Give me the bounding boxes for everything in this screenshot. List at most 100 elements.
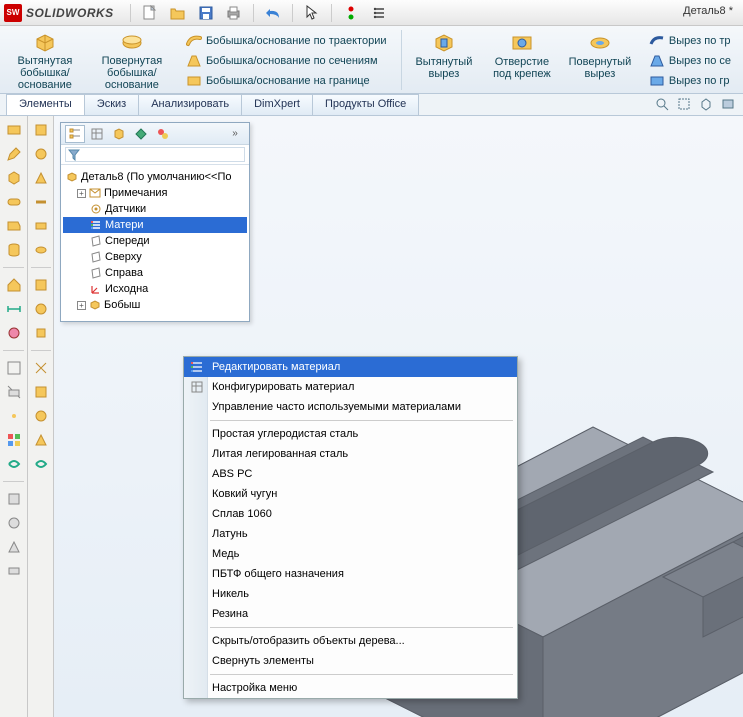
expand-icon[interactable]: + xyxy=(77,301,86,310)
menu-configure-material[interactable]: Конфигурировать материал xyxy=(184,377,517,397)
menu-hide-show[interactable]: Скрыть/отобразить объекты дерева... xyxy=(184,631,517,651)
tb-hide-icon[interactable] xyxy=(4,406,24,426)
tb2-8-icon[interactable] xyxy=(31,299,51,319)
tb-more2-icon[interactable] xyxy=(4,513,24,533)
hole-wizard-button[interactable]: Отверстие под крепеж xyxy=(487,30,557,93)
tb2-12-icon[interactable] xyxy=(31,406,51,426)
tb2-2-icon[interactable] xyxy=(31,144,51,164)
tree-origin[interactable]: Исходна xyxy=(63,281,247,297)
tb2-14-icon[interactable] xyxy=(31,454,51,474)
tab-evaluate[interactable]: Анализировать xyxy=(138,94,242,115)
tb-view-icon[interactable] xyxy=(4,358,24,378)
menu-collapse[interactable]: Свернуть элементы xyxy=(184,651,517,671)
lofted-cut-button[interactable]: Вырез по се xyxy=(647,52,733,70)
swept-cut-button[interactable]: Вырез по тр xyxy=(647,32,733,50)
tree-boss[interactable]: + Бобыш xyxy=(63,297,247,313)
menu-mat-malleable[interactable]: Ковкий чугун xyxy=(184,484,517,504)
menu-mat-1060[interactable]: Сплав 1060 xyxy=(184,504,517,524)
lofted-boss-button[interactable]: Бобышка/основание по сечениям xyxy=(184,52,389,70)
tree-root[interactable]: Деталь8 (По умолчанию<<По xyxy=(63,169,247,185)
tb-more3-icon[interactable] xyxy=(4,537,24,557)
swept-boss-button[interactable]: Бобышка/основание по траектории xyxy=(184,32,389,50)
save-button[interactable] xyxy=(195,2,217,24)
tree-material[interactable]: Матери xyxy=(63,217,247,233)
tb-house-icon[interactable] xyxy=(4,275,24,295)
extruded-boss-button[interactable]: Вытянутая бобышка/основание xyxy=(6,30,84,93)
menu-mat-nickel[interactable]: Никель xyxy=(184,584,517,604)
tb2-10-icon[interactable] xyxy=(31,358,51,378)
expand-icon[interactable]: + xyxy=(77,189,86,198)
tree-right-plane[interactable]: Справа xyxy=(63,265,247,281)
menu-mat-rubber[interactable]: Резина xyxy=(184,604,517,624)
view-orientation-icon[interactable] xyxy=(697,95,715,113)
view-toolbar xyxy=(653,95,737,113)
tb2-6-icon[interactable] xyxy=(31,240,51,260)
undo-button[interactable] xyxy=(262,2,284,24)
menu-mat-abs[interactable]: ABS PC xyxy=(184,464,517,484)
tb-appearance-icon[interactable] xyxy=(4,323,24,343)
fm-tab-property-icon[interactable] xyxy=(87,125,107,143)
tb-motion-icon[interactable] xyxy=(4,454,24,474)
zoom-area-icon[interactable] xyxy=(675,95,693,113)
revolved-boss-icon xyxy=(119,32,145,53)
fm-tab-dimxpert-icon[interactable] xyxy=(131,125,151,143)
menu-mat-plain-carbon[interactable]: Простая углеродистая сталь xyxy=(184,424,517,444)
cut-group: Вырез по тр Вырез по се Вырез по гр xyxy=(643,30,737,93)
fm-tab-display-icon[interactable] xyxy=(153,125,173,143)
tb2-11-icon[interactable] xyxy=(31,382,51,402)
tb-component-icon[interactable] xyxy=(4,120,24,140)
tb-cube-icon[interactable] xyxy=(4,168,24,188)
material-context-menu: Редактировать материал Конфигурировать м… xyxy=(183,356,518,699)
tree-sensors[interactable]: Датчики xyxy=(63,201,247,217)
rebuild-button[interactable] xyxy=(340,2,362,24)
fm-filter-input[interactable] xyxy=(65,147,245,162)
display-style-icon[interactable] xyxy=(719,95,737,113)
origin-icon xyxy=(89,282,103,296)
tb-sheet-icon[interactable] xyxy=(4,216,24,236)
tree-top-plane[interactable]: Сверху xyxy=(63,249,247,265)
tb2-5-icon[interactable] xyxy=(31,216,51,236)
tb2-13-icon[interactable] xyxy=(31,430,51,450)
tb-edit-icon[interactable] xyxy=(4,144,24,164)
menu-mat-brass[interactable]: Латунь xyxy=(184,524,517,544)
select-button[interactable] xyxy=(301,2,323,24)
tb-color-icon[interactable] xyxy=(4,430,24,450)
tb2-4-icon[interactable] xyxy=(31,192,51,212)
menu-mat-cast-alloy[interactable]: Литая легированная сталь xyxy=(184,444,517,464)
menu-mat-copper[interactable]: Медь xyxy=(184,544,517,564)
tree-front-plane[interactable]: Спереди xyxy=(63,233,247,249)
revolved-boss-button[interactable]: Повернутая бобышка/основание xyxy=(92,30,172,93)
menu-manage-favorites[interactable]: Управление часто используемыми материала… xyxy=(184,397,517,417)
boundary-boss-button[interactable]: Бобышка/основание на границе xyxy=(184,72,389,90)
fm-tab-config-icon[interactable] xyxy=(109,125,129,143)
tb-more4-icon[interactable] xyxy=(4,561,24,581)
menu-edit-material[interactable]: Редактировать материал xyxy=(184,357,517,377)
zoom-fit-icon[interactable] xyxy=(653,95,671,113)
tab-office[interactable]: Продукты Office xyxy=(312,94,419,115)
print-button[interactable] xyxy=(223,2,245,24)
tab-sketch[interactable]: Эскиз xyxy=(84,94,139,115)
tb2-1-icon[interactable] xyxy=(31,120,51,140)
fm-tab-tree-icon[interactable] xyxy=(65,125,85,143)
tab-features[interactable]: Элементы xyxy=(6,94,85,115)
tree-annotations[interactable]: + Примечания xyxy=(63,185,247,201)
tb-cylinder-icon[interactable] xyxy=(4,240,24,260)
tb-measure-icon[interactable] xyxy=(4,299,24,319)
tb-slot-icon[interactable] xyxy=(4,192,24,212)
options-button[interactable] xyxy=(368,2,390,24)
extruded-cut-button[interactable]: Вытянутый вырез xyxy=(409,30,479,93)
tb-section-icon[interactable] xyxy=(4,382,24,402)
revolved-cut-button[interactable]: Повернутый вырез xyxy=(565,30,635,93)
menu-mat-pbt[interactable]: ПБТФ общего назначения xyxy=(184,564,517,584)
tb2-7-icon[interactable] xyxy=(31,275,51,295)
menu-customize[interactable]: Настройка меню xyxy=(184,678,517,698)
tab-dimxpert[interactable]: DimXpert xyxy=(241,94,313,115)
tb2-3-icon[interactable] xyxy=(31,168,51,188)
open-file-button[interactable] xyxy=(167,2,189,24)
tb-more1-icon[interactable] xyxy=(4,489,24,509)
fm-tabs: » xyxy=(61,123,249,145)
tb2-9-icon[interactable] xyxy=(31,323,51,343)
new-file-button[interactable] xyxy=(139,2,161,24)
boundary-cut-button[interactable]: Вырез по гр xyxy=(647,72,733,90)
fm-expand-icon[interactable]: » xyxy=(225,125,245,143)
